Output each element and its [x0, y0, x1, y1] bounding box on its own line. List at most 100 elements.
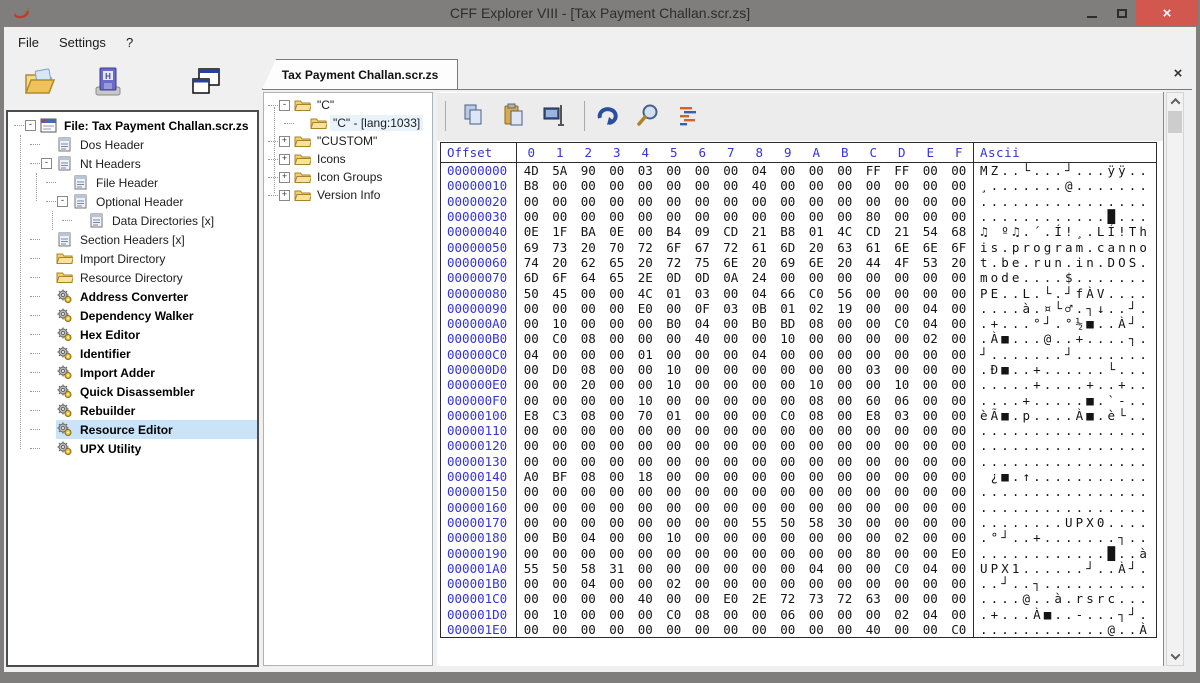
hex-row-00000130[interactable]: 0000013000000000000000000000000000000000…: [441, 454, 1156, 469]
hex-byte-cell[interactable]: 0D: [660, 270, 689, 285]
hex-byte-cell[interactable]: 00: [831, 270, 860, 285]
hex-byte-cell[interactable]: 00: [517, 500, 546, 515]
hex-byte-cell[interactable]: 6E: [717, 255, 746, 270]
hex-byte-cell[interactable]: 00: [660, 515, 689, 530]
hex-byte-cell[interactable]: 00: [688, 530, 717, 545]
hex-byte-cell[interactable]: 63: [831, 240, 860, 255]
hex-byte-cell[interactable]: 08: [802, 408, 831, 423]
hex-ascii-cell[interactable]: ..┘..┐..........: [973, 576, 1156, 591]
hex-byte-cell[interactable]: 00: [631, 484, 660, 499]
hex-byte-cell[interactable]: 00: [774, 438, 803, 453]
hex-byte-cell[interactable]: 00: [945, 438, 974, 453]
hex-byte-cell[interactable]: 00: [631, 362, 660, 377]
hex-byte-cell[interactable]: 00: [916, 377, 945, 392]
hex-byte-cell[interactable]: 65: [603, 255, 632, 270]
hex-byte-cell[interactable]: 00: [859, 377, 888, 392]
hex-byte-cell[interactable]: 00: [916, 270, 945, 285]
hex-byte-cell[interactable]: 00: [517, 316, 546, 331]
hex-byte-cell[interactable]: 00: [831, 576, 860, 591]
hex-byte-cell[interactable]: 00: [631, 546, 660, 561]
hex-byte-cell[interactable]: C0: [888, 561, 917, 576]
hex-byte-cell[interactable]: 00: [660, 546, 689, 561]
hex-byte-cell[interactable]: 00: [831, 393, 860, 408]
hex-bytes-cells[interactable]: 000000000000000000000000400000C0: [517, 622, 973, 637]
hex-byte-cell[interactable]: 00: [631, 561, 660, 576]
hex-byte-cell[interactable]: 00: [831, 178, 860, 193]
hex-byte-cell[interactable]: 08: [802, 393, 831, 408]
hex-row-000000D0[interactable]: 000000D000D00800001000000000000003000000…: [441, 362, 1156, 377]
hex-byte-cell[interactable]: 00: [546, 301, 575, 316]
hex-byte-cell[interactable]: 00: [916, 178, 945, 193]
hex-byte-cell[interactable]: 00: [546, 393, 575, 408]
hex-byte-cell[interactable]: 00: [774, 270, 803, 285]
hex-byte-cell[interactable]: 00: [888, 209, 917, 224]
hex-byte-cell[interactable]: 00: [603, 591, 632, 606]
hex-byte-cell[interactable]: 00: [916, 286, 945, 301]
hex-ascii-cell[interactable]: ................: [973, 484, 1156, 499]
hex-byte-cell[interactable]: 00: [660, 622, 689, 637]
hex-byte-cell[interactable]: 01: [802, 224, 831, 239]
hex-byte-cell[interactable]: 00: [631, 438, 660, 453]
hex-byte-cell[interactable]: 4C: [631, 286, 660, 301]
hex-byte-cell[interactable]: 00: [745, 561, 774, 576]
hex-row-00000060[interactable]: 00000060742062652072756E20696E20444F5320…: [441, 255, 1156, 270]
hex-byte-cell[interactable]: 70: [631, 408, 660, 423]
hex-byte-cell[interactable]: 4F: [888, 255, 917, 270]
hex-byte-cell[interactable]: 00: [688, 408, 717, 423]
hex-byte-cell[interactable]: 00: [631, 607, 660, 622]
hex-byte-cell[interactable]: 4C: [831, 224, 860, 239]
hex-byte-cell[interactable]: 00: [546, 377, 575, 392]
file-tree-item-optional-header[interactable]: -Optional Header: [8, 192, 257, 211]
hex-byte-cell[interactable]: 00: [859, 423, 888, 438]
hex-bytes-cells[interactable]: 0010000000C008000006000000020400: [517, 607, 973, 622]
hex-byte-cell[interactable]: 00: [631, 377, 660, 392]
hex-byte-cell[interactable]: 00: [660, 393, 689, 408]
hex-byte-cell[interactable]: 04: [574, 530, 603, 545]
hex-byte-cell[interactable]: 00: [802, 209, 831, 224]
hex-ascii-cell[interactable]: ................: [973, 194, 1156, 209]
hex-byte-cell[interactable]: 00: [660, 423, 689, 438]
vertical-scrollbar[interactable]: [1166, 92, 1184, 666]
hex-byte-cell[interactable]: 20: [802, 240, 831, 255]
hex-byte-cell[interactable]: 00: [717, 163, 746, 178]
hex-row-00000050[interactable]: 0000005069732070726F6772616D2063616E6E6F…: [441, 239, 1156, 254]
hex-byte-cell[interactable]: 00: [831, 423, 860, 438]
hex-byte-cell[interactable]: 00: [802, 454, 831, 469]
hex-bytes-cells[interactable]: 00000000100000000000080060060000: [517, 392, 973, 407]
hex-byte-cell[interactable]: 00: [888, 622, 917, 637]
hex-byte-cell[interactable]: 00: [945, 576, 974, 591]
open-file-icon[interactable]: [20, 63, 58, 101]
hex-byte-cell[interactable]: 00: [546, 423, 575, 438]
hex-byte-cell[interactable]: 00: [717, 178, 746, 193]
hex-byte-cell[interactable]: 08: [802, 316, 831, 331]
hex-byte-cell[interactable]: 00: [831, 500, 860, 515]
hex-byte-cell[interactable]: 18: [631, 469, 660, 484]
hex-byte-cell[interactable]: 00: [660, 163, 689, 178]
hex-byte-cell[interactable]: 00: [802, 546, 831, 561]
hex-row-00000160[interactable]: 0000016000000000000000000000000000000000…: [441, 500, 1156, 515]
hex-byte-cell[interactable]: 08: [574, 408, 603, 423]
collapse-expander-icon[interactable]: -: [41, 158, 52, 169]
hex-byte-cell[interactable]: E0: [945, 546, 974, 561]
hex-byte-cell[interactable]: 00: [831, 438, 860, 453]
hex-byte-cell[interactable]: 08: [574, 469, 603, 484]
hex-byte-cell[interactable]: 00: [574, 546, 603, 561]
hex-byte-cell[interactable]: 00: [631, 576, 660, 591]
hex-byte-cell[interactable]: 00: [546, 438, 575, 453]
hex-byte-cell[interactable]: 00: [517, 530, 546, 545]
hex-byte-cell[interactable]: 00: [888, 194, 917, 209]
hex-ascii-cell[interactable]: is.program.canno: [973, 239, 1156, 254]
hex-byte-cell[interactable]: B8: [517, 178, 546, 193]
hex-byte-cell[interactable]: 00: [859, 286, 888, 301]
hex-byte-cell[interactable]: 01: [631, 347, 660, 362]
hex-ascii-cell[interactable]: .+...À■..-...┐┘.: [973, 607, 1156, 622]
hex-byte-cell[interactable]: 02: [802, 301, 831, 316]
hex-byte-cell[interactable]: 00: [774, 500, 803, 515]
hex-byte-cell[interactable]: 1F: [546, 224, 575, 239]
hex-byte-cell[interactable]: 00: [660, 469, 689, 484]
hex-byte-cell[interactable]: 00: [859, 607, 888, 622]
hex-byte-cell[interactable]: 00: [546, 347, 575, 362]
hex-byte-cell[interactable]: 00: [631, 316, 660, 331]
file-tree-item-resource-editor[interactable]: Resource Editor: [8, 420, 257, 439]
hex-row-00000110[interactable]: 0000011000000000000000000000000000000000…: [441, 423, 1156, 438]
